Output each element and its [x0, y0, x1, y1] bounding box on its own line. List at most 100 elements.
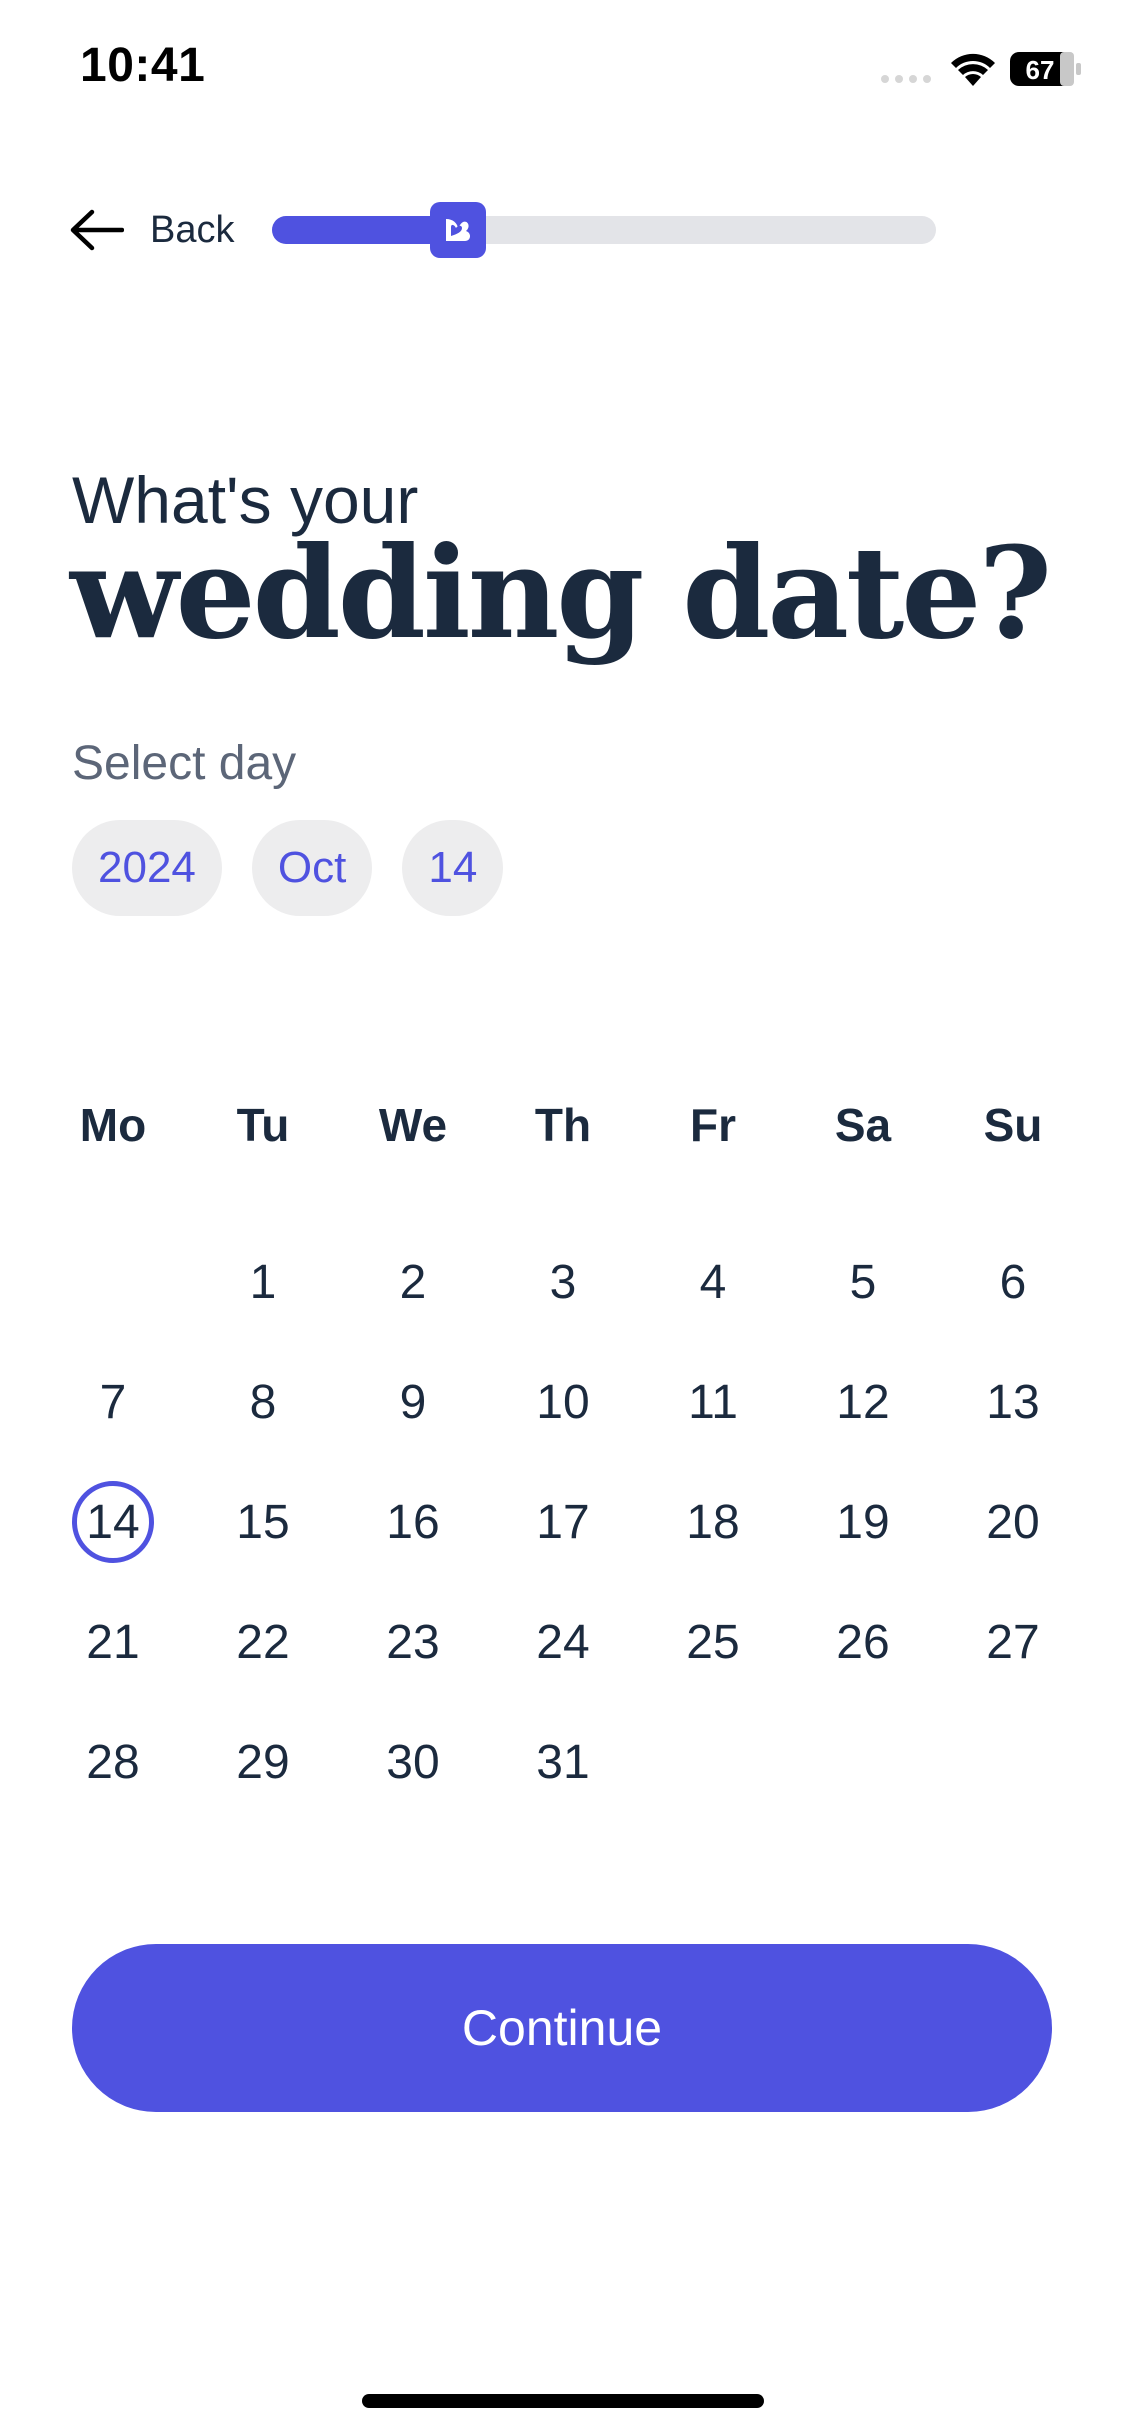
calendar-day[interactable]: 6: [972, 1241, 1054, 1323]
calendar-day-empty: [972, 1721, 1054, 1803]
calendar-day[interactable]: 19: [822, 1481, 904, 1563]
calendar-day-cell: 19: [788, 1462, 938, 1582]
weekday-label: Fr: [690, 1099, 736, 1151]
calendar-day-cell: 17: [488, 1462, 638, 1582]
calendar-day[interactable]: 20: [972, 1481, 1054, 1563]
page-title: wedding date?: [70, 519, 1052, 667]
calendar-day-cell: 11: [638, 1342, 788, 1462]
weekday-label: Th: [534, 1099, 592, 1151]
calendar-day[interactable]: 17: [522, 1481, 604, 1563]
calendar-day[interactable]: 9: [372, 1361, 454, 1443]
calendar-day[interactable]: 24: [522, 1601, 604, 1683]
month-chip[interactable]: Oct: [251, 820, 373, 916]
home-indicator: [362, 2394, 764, 2408]
calendar-day[interactable]: 13: [972, 1361, 1054, 1443]
arrow-left-icon: [70, 209, 124, 251]
calendar-day-cell: 21: [38, 1582, 188, 1702]
weekday-header: Mo Tu We Th Fr Sa Su: [38, 1080, 1088, 1170]
select-day-label: Select day: [72, 737, 297, 790]
calendar-day[interactable]: 28: [72, 1721, 154, 1803]
calendar-day[interactable]: 2: [372, 1241, 454, 1323]
calendar-day[interactable]: 7: [72, 1361, 154, 1443]
calendar-day-cell: [788, 1702, 938, 1822]
calendar-day[interactable]: 10: [522, 1361, 604, 1443]
calendar-day-cell: 22: [188, 1582, 338, 1702]
calendar-day[interactable]: 1: [222, 1241, 304, 1323]
heart-icon: [445, 219, 470, 241]
calendar-day-cell: 16: [338, 1462, 488, 1582]
calendar-day[interactable]: 4: [672, 1241, 754, 1323]
calendar-day[interactable]: 31: [522, 1721, 604, 1803]
calendar-week-row: 21 22 23 24 25 26 27: [38, 1582, 1088, 1702]
calendar-day-cell: 6: [938, 1222, 1088, 1342]
calendar-day-cell: 31: [488, 1702, 638, 1822]
calendar-day-cell: [38, 1222, 188, 1342]
calendar-day-empty: [822, 1721, 904, 1803]
calendar-day-cell: 24: [488, 1582, 638, 1702]
calendar-day[interactable]: 23: [372, 1601, 454, 1683]
calendar-day[interactable]: 8: [222, 1361, 304, 1443]
calendar-day-cell: 4: [638, 1222, 788, 1342]
calendar-day[interactable]: 22: [222, 1601, 304, 1683]
calendar-day[interactable]: 15: [222, 1481, 304, 1563]
calendar-day-cell: 28: [38, 1702, 188, 1822]
calendar-day-cell: 3: [488, 1222, 638, 1342]
calendar-day-selected[interactable]: 14: [72, 1481, 154, 1563]
weekday-label: Tu: [236, 1099, 290, 1151]
calendar-day-cell: 23: [338, 1582, 488, 1702]
calendar-day[interactable]: 25: [672, 1601, 754, 1683]
progress-handle: [429, 202, 486, 258]
calendar-day[interactable]: 11: [672, 1361, 754, 1443]
calendar-day-cell: 8: [188, 1342, 338, 1462]
calendar-day-cell: 5: [788, 1222, 938, 1342]
calendar-day[interactable]: 16: [372, 1481, 454, 1563]
day-chip[interactable]: 14: [402, 820, 504, 916]
calendar-day[interactable]: 18: [672, 1481, 754, 1563]
battery-icon: 67: [1010, 52, 1081, 86]
calendar-grid: 1 2 3 4 5 6 7 8 9 10 11 12 13 14 15 16 17 18 19 20 21 22 23 24 2…: [38, 1222, 1088, 1822]
year-chip[interactable]: 2024: [72, 820, 222, 916]
calendar-day-cell: 13: [938, 1342, 1088, 1462]
calendar-day-cell: 29: [188, 1702, 338, 1822]
calendar-week-row: 123456: [38, 1222, 1088, 1342]
calendar-day[interactable]: 5: [822, 1241, 904, 1323]
calendar-day-cell: 27: [938, 1582, 1088, 1702]
calendar-day-cell: 12: [788, 1342, 938, 1462]
calendar-day-cell: 26: [788, 1582, 938, 1702]
calendar-day[interactable]: 26: [822, 1601, 904, 1683]
calendar-day-cell: 20: [938, 1462, 1088, 1582]
calendar-day[interactable]: 27: [972, 1601, 1054, 1683]
progress-bar: [272, 202, 936, 258]
wifi-icon: [951, 53, 995, 86]
calendar-day-cell: 25: [638, 1582, 788, 1702]
calendar-day-empty: [72, 1241, 154, 1323]
weekday-label: We: [378, 1099, 448, 1151]
status-bar: 10:41 67: [0, 0, 1125, 140]
continue-button[interactable]: Continue: [72, 1944, 1052, 2112]
battery-level: 67: [1026, 55, 1055, 85]
calendar-day-cell: [638, 1702, 788, 1822]
status-time: 10:41: [80, 39, 206, 92]
date-chip-row: 2024 Oct 14: [72, 820, 504, 916]
calendar-day-cell: 9: [338, 1342, 488, 1462]
calendar-week-row: 7 8 9 10 11 12 13: [38, 1342, 1088, 1462]
weekday-label: Sa: [834, 1099, 892, 1151]
calendar-day[interactable]: 29: [222, 1721, 304, 1803]
calendar-day[interactable]: 3: [522, 1241, 604, 1323]
cellular-signal-icon: [881, 75, 931, 83]
calendar-day[interactable]: 12: [822, 1361, 904, 1443]
calendar-day-empty: [672, 1721, 754, 1803]
calendar-day-cell: 15: [188, 1462, 338, 1582]
calendar-day-cell: 1: [188, 1222, 338, 1342]
weekday-label: Mo: [79, 1099, 147, 1151]
calendar-day[interactable]: 30: [372, 1721, 454, 1803]
calendar-day[interactable]: 21: [72, 1601, 154, 1683]
calendar-week-row: 28 29 30 31: [38, 1702, 1088, 1822]
calendar-day-cell: 14: [38, 1462, 188, 1582]
calendar-day-cell: 18: [638, 1462, 788, 1582]
back-button[interactable]: Back: [68, 198, 234, 262]
calendar-day-cell: 30: [338, 1702, 488, 1822]
weekday-label: Su: [983, 1099, 1043, 1151]
calendar-day-cell: 10: [488, 1342, 638, 1462]
calendar-day-cell: 2: [338, 1222, 488, 1342]
